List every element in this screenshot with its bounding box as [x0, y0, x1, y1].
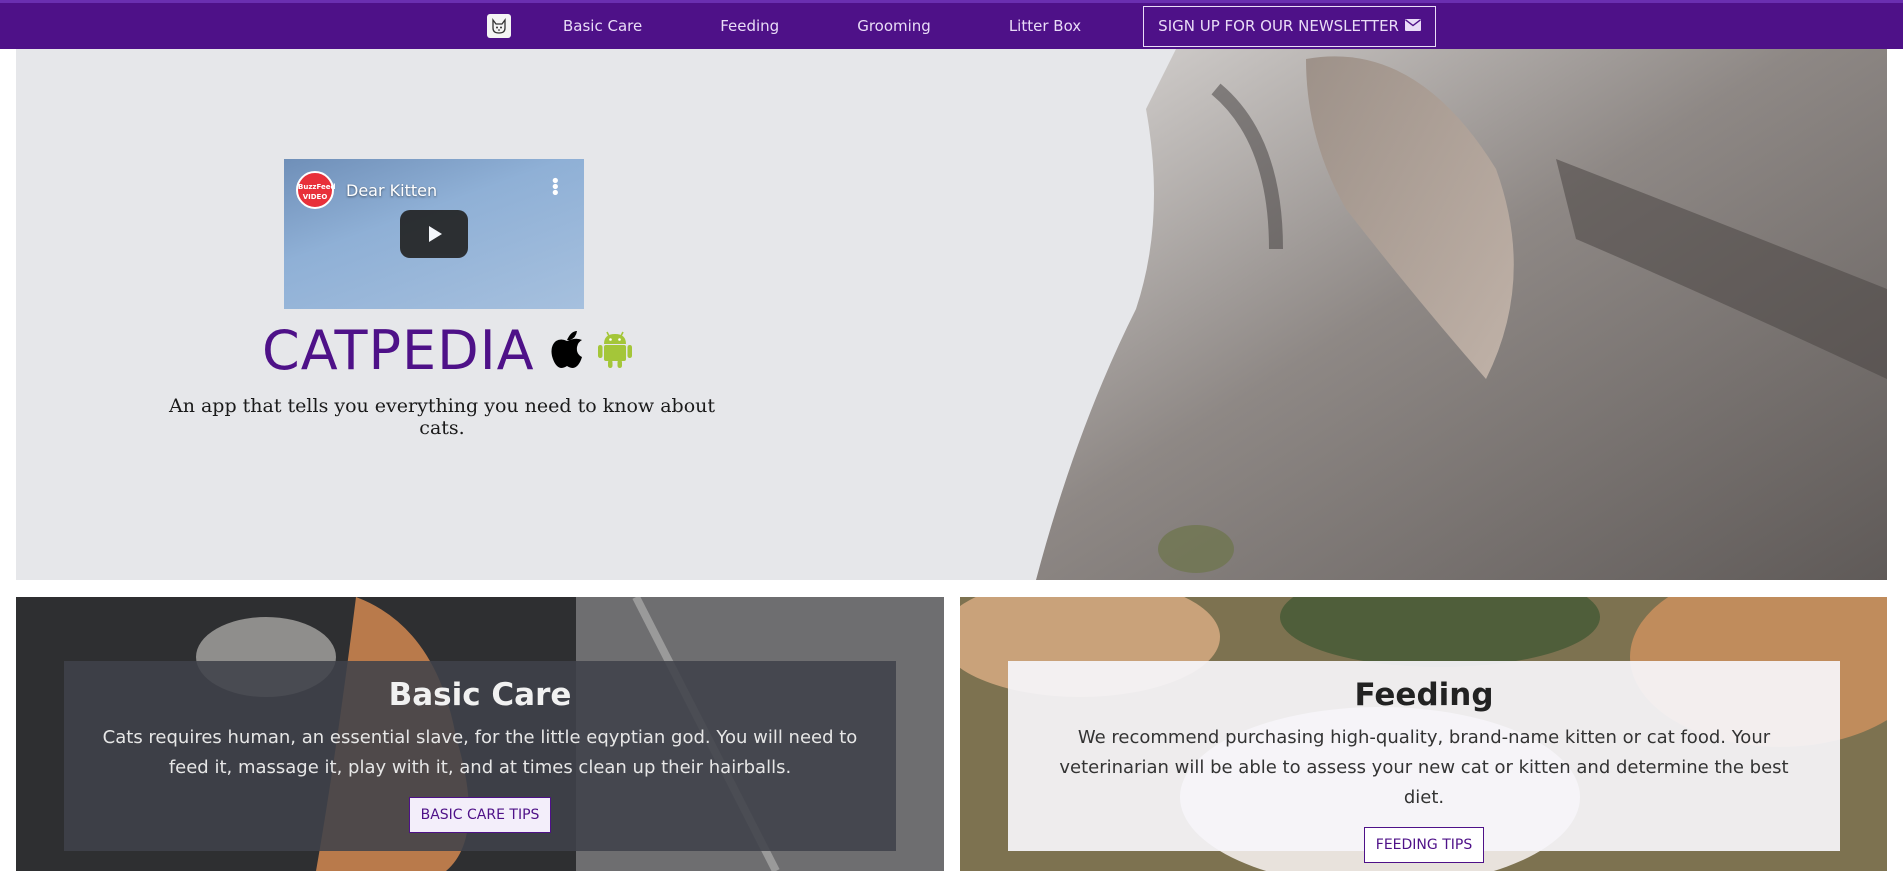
app-tagline: An app that tells you everything you nee…: [168, 395, 716, 439]
feeding-title: Feeding: [1354, 677, 1494, 713]
feeding-tips-button[interactable]: FEEDING TIPS: [1363, 827, 1485, 863]
nav-inner: Basic Care Feeding Grooming Litter Box S…: [487, 3, 1436, 49]
nav-link-feeding[interactable]: Feeding: [720, 17, 779, 35]
top-navbar: Basic Care Feeding Grooming Litter Box S…: [0, 0, 1903, 49]
newsletter-label: SIGN UP FOR OUR NEWSLETTER: [1158, 17, 1399, 35]
newsletter-button[interactable]: SIGN UP FOR OUR NEWSLETTER: [1143, 5, 1436, 47]
basic-care-tips-button[interactable]: BASIC CARE TIPS: [408, 797, 552, 833]
hero-banner: BuzzFeed VIDEO Dear Kitten • • • CATPEDIA: [16, 49, 1887, 580]
basic-care-overlay: Basic Care Cats requires human, an essen…: [64, 661, 896, 851]
apple-icon[interactable]: [549, 329, 585, 373]
envelope-icon: [1404, 17, 1421, 35]
feeding-text: We recommend purchasing high-quality, br…: [1059, 727, 1789, 808]
video-embed[interactable]: BuzzFeed VIDEO Dear Kitten • • •: [284, 159, 584, 309]
nav-link-litter-box[interactable]: Litter Box: [1009, 17, 1081, 35]
more-vert-icon[interactable]: • • •: [550, 173, 561, 203]
feeding-overlay: Feeding We recommend purchasing high-qua…: [1008, 661, 1840, 863]
app-title-row: CATPEDIA: [262, 319, 633, 382]
nav-link-basic-care[interactable]: Basic Care: [563, 17, 642, 35]
cat-hero-image: [16, 49, 1887, 580]
play-icon[interactable]: [400, 210, 468, 258]
basic-care-card: Basic Care Cats requires human, an essen…: [16, 597, 944, 871]
video-channel-logo: BuzzFeed VIDEO: [296, 171, 335, 209]
android-icon[interactable]: [597, 329, 633, 373]
basic-care-title: Basic Care: [388, 677, 572, 713]
feeding-card: Feeding We recommend purchasing high-qua…: [960, 597, 1887, 871]
basic-care-text: Cats requires human, an essential slave,…: [102, 727, 858, 778]
cat-face-icon[interactable]: [487, 14, 511, 38]
app-title: CATPEDIA: [262, 319, 535, 382]
video-title[interactable]: Dear Kitten: [346, 181, 437, 200]
nav-link-grooming[interactable]: Grooming: [857, 17, 931, 35]
